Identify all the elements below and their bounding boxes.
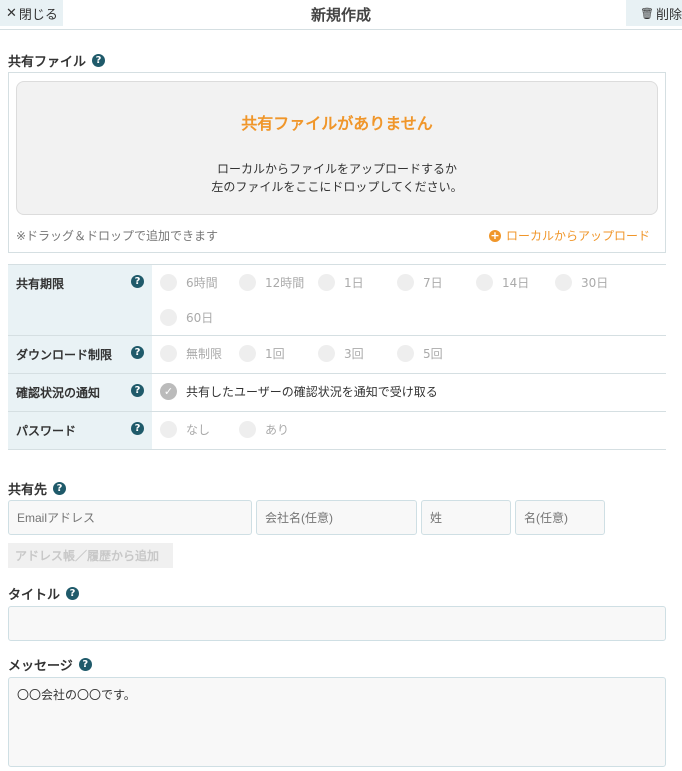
upload-label: ローカルからアップロード [505, 229, 650, 243]
option-label: 1回 [265, 347, 285, 361]
title-heading: タイトル? [8, 584, 80, 603]
option-label: 7日 [423, 276, 443, 290]
plus-circle-icon: + [488, 228, 501, 242]
notify-checkbox-label: 共有したユーザーの確認状況を通知で受け取る [186, 385, 438, 399]
settings-table: 共有期限? 6時間 12時間 1日 7日 14日 30日 60日 ダウンロード制… [8, 264, 666, 450]
delete-button[interactable]: 🗑 削除 [626, 0, 682, 26]
expiry-option-60d[interactable]: 60日 [160, 300, 239, 335]
download-option-unlimited[interactable]: 無制限 [160, 336, 239, 371]
radio-icon [318, 345, 335, 362]
expiry-option-14d[interactable]: 14日 [476, 265, 555, 300]
message-label: メッセージ [8, 659, 73, 674]
expiry-option-30d[interactable]: 30日 [555, 265, 634, 300]
expiry-label: 共有期限 [16, 277, 65, 291]
option-label: 無制限 [186, 347, 223, 361]
drop-zone[interactable]: 共有ファイルがありません ローカルからファイルをアップロードするか 左のファイルを… [16, 81, 658, 215]
upload-local-button[interactable]: + ローカルからアップロード [488, 227, 650, 244]
recipients-heading: 共有先? [8, 479, 67, 498]
expiry-option-1d[interactable]: 1日 [318, 265, 397, 300]
password-options: なし あり [160, 412, 658, 447]
help-icon[interactable]: ? [131, 346, 144, 359]
option-label: 5回 [423, 347, 443, 361]
password-option-none[interactable]: なし [160, 412, 239, 447]
radio-icon [160, 421, 177, 438]
help-icon[interactable]: ? [78, 658, 92, 671]
notify-header: 確認状況の通知? [8, 373, 152, 412]
download-option-5[interactable]: 5回 [397, 336, 476, 371]
help-icon[interactable]: ? [92, 54, 106, 67]
expiry-header: 共有期限? [8, 264, 152, 336]
radio-icon [239, 274, 256, 291]
download-option-3[interactable]: 3回 [318, 336, 397, 371]
download-limit-label: ダウンロード制限 [16, 348, 113, 362]
title-input[interactable] [8, 606, 666, 641]
radio-icon [239, 345, 256, 362]
option-label: 30日 [581, 276, 609, 290]
option-label: 6時間 [186, 276, 218, 290]
expiry-options: 6時間 12時間 1日 7日 14日 30日 60日 [160, 265, 658, 335]
radio-icon [397, 345, 414, 362]
empty-text-1: ローカルからファイルをアップロードするか [216, 162, 457, 176]
password-header: パスワード? [8, 411, 152, 450]
empty-text-2: 左のファイルをここにドロップしてください。 [211, 180, 463, 194]
radio-icon [239, 421, 256, 438]
help-icon[interactable]: ? [66, 587, 80, 600]
expiry-option-12h[interactable]: 12時間 [239, 265, 318, 300]
expiry-option-7d[interactable]: 7日 [397, 265, 476, 300]
check-icon: ✓ [160, 383, 177, 400]
shared-files-heading: 共有ファイル? [8, 51, 106, 70]
help-icon[interactable]: ? [131, 275, 144, 288]
radio-icon [160, 274, 177, 291]
last-name-input[interactable] [421, 500, 511, 535]
option-label: 3回 [344, 347, 364, 361]
help-icon[interactable]: ? [53, 482, 67, 495]
option-label: 1日 [344, 276, 364, 290]
title-label: タイトル [8, 588, 61, 603]
address-book-button[interactable]: アドレス帳／履歴から追加 [8, 543, 173, 568]
trash-icon: 🗑 [640, 6, 654, 20]
password-label: パスワード [16, 424, 77, 438]
notify-checkbox[interactable]: ✓ 共有したユーザーの確認状況を通知で受け取る [160, 374, 658, 409]
expiry-option-6h[interactable]: 6時間 [160, 265, 239, 300]
option-label: あり [265, 423, 290, 437]
empty-title: 共有ファイルがありません [241, 114, 433, 133]
option-label: 12時間 [265, 276, 305, 290]
radio-icon [318, 274, 335, 291]
notify-label: 確認状況の通知 [16, 386, 101, 400]
first-name-input[interactable] [515, 500, 605, 535]
option-label: なし [186, 423, 211, 437]
recipients-label: 共有先 [8, 483, 48, 498]
option-label: 60日 [186, 311, 214, 325]
drag-drop-note: ※ドラッグ＆ドロップで追加できます [16, 229, 219, 243]
option-label: 14日 [502, 276, 530, 290]
download-limit-options: 無制限 1回 3回 5回 [160, 336, 658, 371]
page-title: 新規作成 [310, 6, 371, 24]
radio-icon [555, 274, 572, 291]
download-option-1[interactable]: 1回 [239, 336, 318, 371]
password-option-yes[interactable]: あり [239, 412, 318, 447]
download-limit-header: ダウンロード制限? [8, 335, 152, 374]
radio-icon [397, 274, 414, 291]
radio-icon [476, 274, 493, 291]
help-icon[interactable]: ? [131, 422, 144, 435]
company-input[interactable] [256, 500, 417, 535]
help-icon[interactable]: ? [131, 384, 144, 397]
radio-icon [160, 309, 177, 326]
shared-files-label: 共有ファイル [8, 55, 87, 70]
radio-icon [160, 345, 177, 362]
message-heading: メッセージ? [8, 655, 92, 674]
email-input[interactable] [8, 500, 252, 535]
message-textarea[interactable]: 〇〇会社の〇〇です。 [8, 677, 666, 767]
delete-label: 削除 [655, 7, 682, 23]
